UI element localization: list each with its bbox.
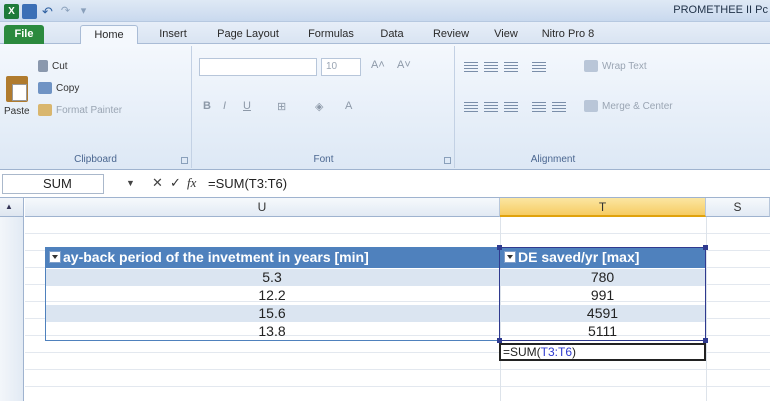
- wrap-text-button[interactable]: Wrap Text: [584, 60, 647, 72]
- font-group-label: Font: [313, 154, 334, 165]
- alignment-group-label: Alignment: [530, 154, 576, 165]
- edit-suffix: ): [572, 345, 577, 359]
- alignment-group: Wrap Text Merge & Center Alignment: [456, 46, 770, 168]
- clipboard-group: Paste Cut Copy Format Painter Clipboard: [0, 46, 192, 168]
- copy-label: Copy: [56, 82, 80, 94]
- align-left-icon[interactable]: [464, 102, 478, 113]
- borders-icon[interactable]: ⊞: [277, 100, 286, 113]
- range-handle[interactable]: [703, 245, 708, 250]
- fill-color-icon[interactable]: ◈: [315, 100, 323, 113]
- enter-icon[interactable]: ✓: [170, 175, 181, 191]
- align-top-icon[interactable]: [464, 62, 478, 73]
- tab-formulas[interactable]: Formulas: [300, 25, 362, 44]
- column-header-t[interactable]: T: [500, 198, 706, 217]
- header-label: ay-back period of the invetment in years…: [63, 249, 369, 265]
- tab-data[interactable]: Data: [372, 25, 412, 44]
- format-painter-button[interactable]: Format Painter: [38, 104, 122, 116]
- column-header-s[interactable]: S: [706, 198, 770, 217]
- font-name-box[interactable]: [199, 58, 317, 76]
- tab-nitro-pro[interactable]: Nitro Pro 8: [536, 25, 600, 44]
- insert-function-icon[interactable]: fx: [187, 175, 196, 191]
- quick-access-toolbar: X ↶ ↷ ▾: [4, 2, 91, 20]
- edit-range-ref: T3:T6: [540, 345, 573, 359]
- orientation-icon[interactable]: [532, 62, 546, 73]
- align-bottom-icon[interactable]: [504, 62, 518, 73]
- wrap-text-icon: [584, 60, 598, 72]
- merge-center-label: Merge & Center: [602, 100, 673, 112]
- clipboard-launcher-icon[interactable]: [181, 157, 188, 164]
- paintbrush-icon: [38, 104, 52, 116]
- range-handle[interactable]: [497, 245, 502, 250]
- cut-label: Cut: [52, 60, 68, 72]
- redo-icon[interactable]: ↷: [58, 4, 73, 19]
- clipboard-group-label: Clipboard: [74, 154, 117, 165]
- scissors-icon: [38, 60, 48, 72]
- merge-center-button[interactable]: Merge & Center: [584, 100, 673, 112]
- paste-icon[interactable]: [6, 76, 28, 102]
- tab-review[interactable]: Review: [426, 25, 476, 44]
- grow-font-icon[interactable]: A˄: [371, 59, 385, 71]
- active-cell-editor[interactable]: =SUM(T3:T6): [499, 343, 706, 361]
- align-middle-icon[interactable]: [484, 62, 498, 73]
- decrease-indent-icon[interactable]: [532, 102, 546, 113]
- tab-view[interactable]: View: [486, 25, 526, 44]
- worksheet-grid: ▲ U T S ay-back period of the invetment …: [0, 198, 770, 401]
- row-headers: [0, 217, 24, 401]
- bold-icon[interactable]: B: [203, 100, 211, 112]
- excel-window: X ↶ ↷ ▾ PROMETHEE II Pc File Home Insert…: [0, 0, 770, 401]
- font-color-icon[interactable]: A: [345, 100, 352, 112]
- cut-button[interactable]: Cut: [38, 60, 68, 72]
- edit-prefix: =SUM(: [503, 345, 541, 359]
- undo-icon[interactable]: ↶: [40, 4, 55, 19]
- select-all-corner[interactable]: ▲: [0, 198, 24, 217]
- window-title: PROMETHEE II Pc: [673, 4, 768, 16]
- font-launcher-icon[interactable]: [444, 157, 451, 164]
- save-icon[interactable]: [22, 3, 37, 19]
- paste-button[interactable]: Paste: [4, 106, 30, 117]
- range-highlight: [499, 247, 706, 341]
- excel-icon[interactable]: X: [4, 3, 19, 19]
- font-size-box[interactable]: 10: [321, 58, 361, 76]
- tab-page-layout[interactable]: Page Layout: [210, 25, 286, 44]
- align-right-icon[interactable]: [504, 102, 518, 113]
- customize-qat-icon[interactable]: ▾: [76, 4, 91, 19]
- formula-input[interactable]: =SUM(T3:T6): [204, 174, 764, 194]
- tab-insert[interactable]: Insert: [150, 25, 196, 44]
- tab-home[interactable]: Home: [80, 25, 138, 44]
- cancel-icon[interactable]: ✕: [152, 175, 163, 191]
- italic-icon[interactable]: I: [223, 100, 226, 112]
- outline-collapse-icon[interactable]: ▲: [5, 202, 13, 211]
- wrap-text-label: Wrap Text: [602, 60, 647, 72]
- shrink-font-icon[interactable]: A˅: [397, 59, 411, 71]
- merge-icon: [584, 100, 598, 112]
- filter-dropdown-icon[interactable]: [49, 251, 61, 263]
- tab-file[interactable]: File: [4, 25, 44, 44]
- column-header-u[interactable]: U: [25, 198, 500, 217]
- copy-button[interactable]: Copy: [38, 82, 79, 94]
- copy-icon: [38, 82, 52, 94]
- underline-icon[interactable]: U: [243, 100, 251, 112]
- align-center-icon[interactable]: [484, 102, 498, 113]
- format-painter-label: Format Painter: [56, 104, 123, 116]
- ribbon-tabs: File Home Insert Page Layout Formulas Da…: [0, 22, 770, 44]
- name-box[interactable]: SUM: [2, 174, 104, 194]
- formula-bar: SUM ▼ ✕ ✓ fx =SUM(T3:T6): [0, 171, 770, 198]
- ribbon: Paste Cut Copy Format Painter Clipboard …: [0, 44, 770, 170]
- increase-indent-icon[interactable]: [552, 102, 566, 113]
- title-bar: X ↶ ↷ ▾ PROMETHEE II Pc: [0, 0, 770, 22]
- font-group: 10 A˄ A˅ B I U ⊞ ◈ A Font: [193, 46, 455, 168]
- table-header-payback[interactable]: ay-back period of the invetment in years…: [45, 247, 499, 268]
- name-box-dropdown-icon[interactable]: ▼: [126, 178, 135, 188]
